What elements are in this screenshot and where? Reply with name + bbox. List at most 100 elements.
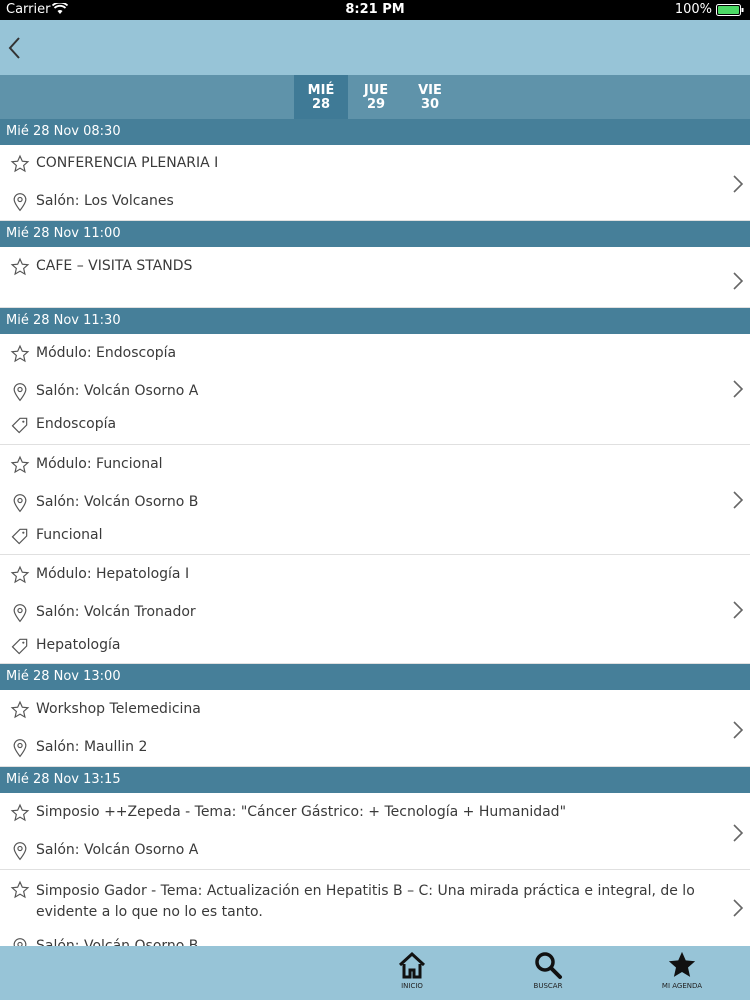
day-tab-number: 29 xyxy=(366,97,386,112)
item-room: Salón: Volcán Osorno A xyxy=(36,383,199,399)
item-title: Simposio ++Zepeda - Tema: "Cáncer Gástri… xyxy=(36,804,567,820)
tab-label: BUSCAR xyxy=(533,982,563,990)
clock: 8:21 PM xyxy=(345,2,405,17)
location-pin-icon xyxy=(13,739,27,758)
item-room-row: Salón: Volcán Osorno B xyxy=(0,492,700,514)
day-tab-30[interactable]: VIE 30 xyxy=(403,75,457,119)
day-tab-name: JUE xyxy=(363,83,389,98)
item-tag: Endoscopía xyxy=(36,416,117,432)
tab-buscar[interactable]: BUSCAR xyxy=(508,946,588,1000)
agenda-item[interactable]: Módulo: Hepatología I Salón: Volcán Tron… xyxy=(0,555,750,664)
location-pin-icon xyxy=(13,604,27,623)
item-room: Salón: Maullin 2 xyxy=(36,739,148,755)
star-outline-icon[interactable] xyxy=(10,257,30,277)
chevron-right-icon xyxy=(733,601,744,619)
tab-mi-agenda[interactable]: MI AGENDA xyxy=(642,946,722,1000)
chevron-right-icon xyxy=(733,380,744,398)
chevron-right-icon xyxy=(733,721,744,739)
day-tab-name: MIÉ xyxy=(307,83,335,98)
chevron-right-icon xyxy=(733,175,744,193)
item-room-row: Salón: Maullin 2 xyxy=(0,737,700,759)
star-outline-icon[interactable] xyxy=(10,803,30,823)
item-room: Salón: Volcán Osorno A xyxy=(36,842,199,858)
location-pin-icon xyxy=(13,938,27,946)
item-room-row: Salón: Los Volcanes xyxy=(0,191,700,213)
tab-label: MI AGENDA xyxy=(661,982,703,990)
tag-icon xyxy=(11,638,28,655)
day-tab-29[interactable]: JUE 29 xyxy=(349,75,403,119)
tab-label: INICIO xyxy=(401,982,423,990)
star-outline-icon[interactable] xyxy=(10,344,30,364)
item-title-row: Simposio Gador - Tema: Actualización en … xyxy=(0,879,700,923)
item-title: Workshop Telemedicina xyxy=(36,701,201,717)
item-room: Salón: Volcán Osorno B xyxy=(36,494,199,510)
day-tab-number: 28 xyxy=(311,97,331,112)
item-room-row: Salón: Volcán Osorno A xyxy=(0,381,700,403)
nav-bar xyxy=(0,20,750,75)
item-room: Salón: Los Volcanes xyxy=(36,193,174,209)
agenda-list[interactable]: Mié 28 Nov 08:30 CONFERENCIA PLENARIA I … xyxy=(0,119,750,946)
item-title-row: Módulo: Funcional xyxy=(0,454,700,476)
item-tag-row: Endoscopía xyxy=(0,414,700,436)
agenda-item[interactable]: Simposio ++Zepeda - Tema: "Cáncer Gástri… xyxy=(0,793,750,870)
item-room-row: Salón: Volcán Osorno B xyxy=(0,936,700,946)
item-room: Salón: Volcán Tronador xyxy=(36,604,196,620)
item-room: Salón: Volcán Osorno B xyxy=(36,938,199,946)
item-title-row: Módulo: Hepatología I xyxy=(0,564,700,586)
star-outline-icon[interactable] xyxy=(10,455,30,475)
item-title-row: CONFERENCIA PLENARIA I xyxy=(0,153,700,175)
item-title: CONFERENCIA PLENARIA I xyxy=(36,155,219,171)
star-icon xyxy=(668,951,696,977)
item-title: CAFE – VISITA STANDS xyxy=(36,258,193,274)
day-tab-number: 30 xyxy=(420,97,440,112)
location-pin-icon xyxy=(13,383,27,402)
section-header: Mié 28 Nov 11:30 xyxy=(0,308,750,334)
item-room-row: Salón: Volcán Osorno A xyxy=(0,840,700,862)
search-icon xyxy=(535,952,562,979)
section-header: Mié 28 Nov 08:30 xyxy=(0,119,750,145)
item-room-row: Salón: Volcán Tronador xyxy=(0,602,700,624)
day-tab-28[interactable]: MIÉ 28 xyxy=(294,75,348,119)
agenda-item[interactable]: Simposio Gador - Tema: Actualización en … xyxy=(0,870,750,946)
item-title: Módulo: Funcional xyxy=(36,456,163,472)
star-outline-icon[interactable] xyxy=(10,154,30,174)
day-selector: MIÉ 28 JUE 29 VIE 30 xyxy=(0,75,750,119)
location-pin-icon xyxy=(13,193,27,212)
item-title-row: Módulo: Endoscopía xyxy=(0,343,700,365)
chevron-right-icon xyxy=(733,824,744,842)
item-title-row: Simposio ++Zepeda - Tema: "Cáncer Gástri… xyxy=(0,802,700,824)
home-icon xyxy=(398,951,426,979)
agenda-item[interactable]: CONFERENCIA PLENARIA I Salón: Los Volcan… xyxy=(0,145,750,221)
agenda-item[interactable]: Módulo: Funcional Salón: Volcán Osorno B… xyxy=(0,445,750,555)
item-title-row: CAFE – VISITA STANDS xyxy=(0,256,700,278)
item-tag: Funcional xyxy=(36,527,103,543)
tab-bar: INICIO BUSCAR MI AGENDA xyxy=(0,946,750,1000)
section-header: Mié 28 Nov 13:00 xyxy=(0,664,750,690)
status-bar: Carrier 8:21 PM 100% xyxy=(0,0,750,20)
back-chevron-icon[interactable] xyxy=(4,34,28,62)
chevron-right-icon xyxy=(733,272,744,290)
section-header: Mié 28 Nov 13:15 xyxy=(0,767,750,793)
location-pin-icon xyxy=(13,494,27,513)
chevron-right-icon xyxy=(733,899,744,917)
star-outline-icon[interactable] xyxy=(10,880,30,900)
item-tag: Hepatología xyxy=(36,637,121,653)
item-tag-row: Funcional xyxy=(0,525,700,547)
item-title: Módulo: Endoscopía xyxy=(36,345,177,361)
battery-icon xyxy=(716,4,744,16)
agenda-item[interactable]: Workshop Telemedicina Salón: Maullin 2 xyxy=(0,690,750,767)
agenda-item[interactable]: Módulo: Endoscopía Salón: Volcán Osorno … xyxy=(0,334,750,445)
star-outline-icon[interactable] xyxy=(10,565,30,585)
day-tab-name: VIE xyxy=(418,83,442,98)
item-tag-row: Hepatología xyxy=(0,635,700,657)
chevron-right-icon xyxy=(733,491,744,509)
section-header: Mié 28 Nov 11:00 xyxy=(0,221,750,247)
tab-inicio[interactable]: INICIO xyxy=(372,946,452,1000)
tag-icon xyxy=(11,528,28,545)
agenda-item[interactable]: CAFE – VISITA STANDS xyxy=(0,247,750,308)
item-title-row: Workshop Telemedicina xyxy=(0,699,700,721)
item-title: Simposio Gador - Tema: Actualización en … xyxy=(36,883,695,920)
tag-icon xyxy=(11,417,28,434)
location-pin-icon xyxy=(13,842,27,861)
star-outline-icon[interactable] xyxy=(10,700,30,720)
